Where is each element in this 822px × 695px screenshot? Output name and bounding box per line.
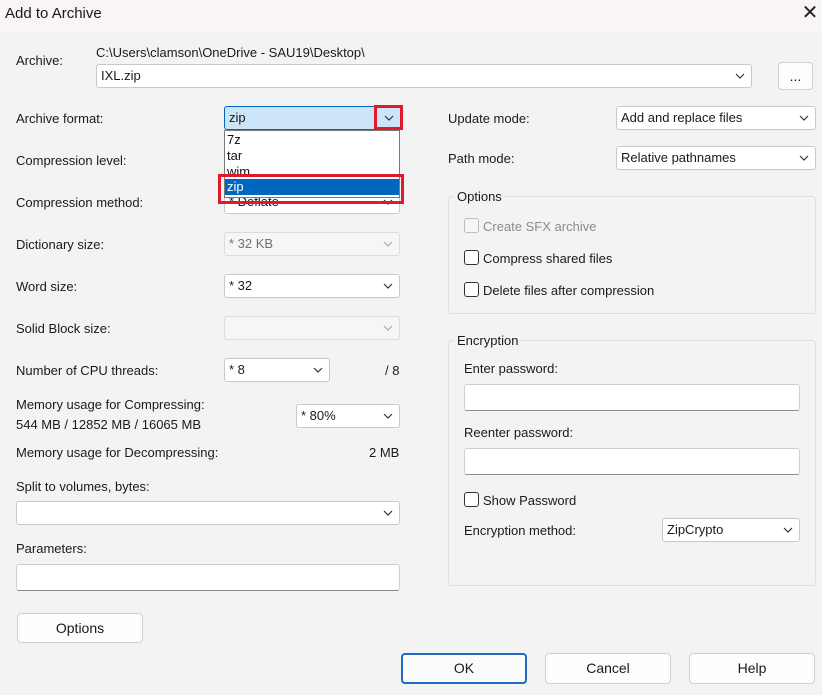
parameters-input[interactable] [16, 564, 400, 591]
encryption-method-combo[interactable]: ZipCrypto [662, 518, 800, 542]
word-size-value: * 32 [229, 278, 253, 293]
format-option-7z[interactable]: 7z [225, 132, 399, 148]
word-size-combo[interactable]: * 32 [224, 274, 400, 298]
encryption-method-value: ZipCrypto [667, 522, 724, 537]
solid-block-combo [224, 316, 400, 340]
memory-usage-value: * 80% [301, 408, 336, 423]
cpu-threads-label: Number of CPU threads: [16, 363, 159, 378]
path-mode-combo[interactable]: Relative pathnames [616, 146, 816, 170]
enter-password-input[interactable] [464, 384, 800, 411]
compression-method-label: Compression method: [16, 195, 144, 210]
chevron-down-icon [729, 65, 751, 87]
close-icon[interactable]: ✕ [798, 0, 822, 28]
reenter-password-input[interactable] [464, 448, 800, 475]
help-button[interactable]: Help [689, 653, 815, 684]
cpu-threads-combo[interactable]: * 8 [224, 358, 330, 382]
path-mode-value: Relative pathnames [621, 150, 736, 165]
zip-option-highlight-box [218, 174, 404, 204]
delete-after-checkbox[interactable] [464, 282, 479, 297]
encryption-group-title: Encryption [454, 333, 522, 348]
dictionary-size-label: Dictionary size: [16, 237, 105, 252]
word-size-label: Word size: [16, 279, 78, 294]
chevron-down-icon [793, 147, 815, 169]
cpu-threads-value: * 8 [229, 362, 245, 377]
dictionary-size-combo: * 32 KB [224, 232, 400, 256]
split-volumes-combo[interactable] [16, 501, 400, 525]
archive-filename-value: IXL.zip [101, 68, 141, 83]
path-mode-label: Path mode: [448, 151, 515, 166]
title-bar [0, 0, 822, 32]
options-group-title: Options [454, 189, 505, 204]
chevron-down-icon [777, 519, 799, 541]
create-sfx-label: Create SFX archive [483, 219, 597, 234]
browse-button[interactable]: ... [778, 62, 813, 90]
archive-path: C:\Users\clamson\OneDrive - SAU19\Deskto… [96, 45, 365, 60]
format-option-wim[interactable]: wim [225, 164, 399, 174]
memory-decompress-value: 2 MB [369, 445, 400, 460]
delete-after-label[interactable]: Delete files after compression [483, 283, 654, 298]
show-password-label[interactable]: Show Password [483, 493, 576, 508]
chevron-down-icon [377, 502, 399, 524]
window-title: Add to Archive [5, 5, 102, 22]
chevron-down-icon [377, 233, 399, 255]
split-volumes-label: Split to volumes, bytes: [16, 479, 150, 494]
update-mode-label: Update mode: [448, 111, 530, 126]
chevron-down-icon [377, 275, 399, 297]
show-password-checkbox[interactable] [464, 492, 479, 507]
enter-password-label: Enter password: [464, 361, 558, 376]
format-option-tar[interactable]: tar [225, 148, 399, 164]
solid-block-size-label: Solid Block size: [16, 321, 111, 336]
update-mode-combo[interactable]: Add and replace files [616, 106, 816, 130]
reenter-password-label: Reenter password: [464, 425, 574, 440]
archive-format-value: zip [229, 110, 246, 125]
parameters-label: Parameters: [16, 541, 87, 556]
cancel-button[interactable]: Cancel [545, 653, 671, 684]
memory-compress-label: Memory usage for Compressing: [16, 397, 205, 412]
compress-shared-label[interactable]: Compress shared files [483, 251, 612, 266]
memory-usage-combo[interactable]: * 80% [296, 404, 400, 428]
archive-format-dropdown-button[interactable] [374, 105, 403, 130]
options-button[interactable]: Options [17, 613, 143, 643]
archive-filename-combo[interactable]: IXL.zip [96, 64, 752, 88]
compress-shared-checkbox[interactable] [464, 250, 479, 265]
chevron-down-icon [377, 317, 399, 339]
chevron-down-icon [793, 107, 815, 129]
chevron-down-icon [377, 405, 399, 427]
ok-button[interactable]: OK [401, 653, 527, 684]
create-sfx-checkbox [464, 218, 479, 233]
dictionary-size-value: * 32 KB [229, 236, 274, 251]
chevron-down-icon [384, 115, 394, 121]
archive-label: Archive: [16, 53, 63, 68]
compression-level-label: Compression level: [16, 153, 127, 168]
memory-decompress-label: Memory usage for Decompressing: [16, 445, 219, 460]
update-mode-value: Add and replace files [621, 110, 743, 125]
memory-compress-detail: 544 MB / 12852 MB / 16065 MB [16, 417, 201, 432]
archive-format-label: Archive format: [16, 111, 104, 126]
encryption-method-label: Encryption method: [464, 523, 577, 538]
chevron-down-icon [307, 359, 329, 381]
cpu-threads-max: / 8 [385, 363, 400, 378]
